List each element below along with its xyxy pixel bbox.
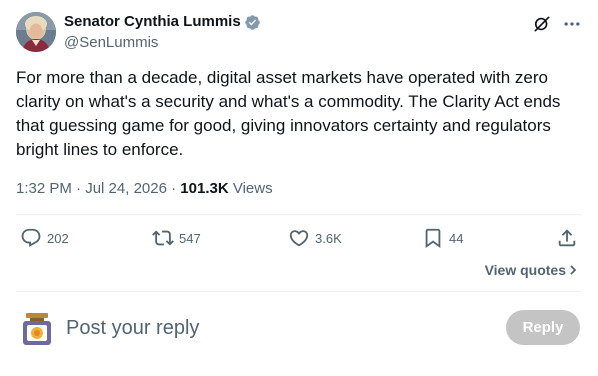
- view-quotes-link[interactable]: View quotes: [485, 262, 578, 278]
- reply-button[interactable]: 202: [20, 227, 69, 249]
- verified-badge-icon[interactable]: [244, 14, 261, 31]
- reply-input[interactable]: Post your reply: [66, 315, 199, 341]
- view-quotes-label: View quotes: [484, 262, 566, 278]
- tweet-header: Senator Cynthia Lummis @SenLummis: [16, 12, 582, 54]
- divider: [16, 214, 582, 215]
- composer-avatar[interactable]: [20, 311, 54, 347]
- reply-icon: [20, 227, 42, 249]
- bookmark-count: 44: [449, 230, 464, 246]
- reply-submit-button[interactable]: Reply: [506, 310, 580, 345]
- tweet-meta: 1:32 PM · Jul 24, 2026 · 101.3K Views: [16, 179, 273, 199]
- author-handle[interactable]: @SenLummis: [64, 33, 261, 53]
- author-display-name-text[interactable]: Senator Cynthia Lummis: [64, 13, 241, 31]
- avatar-image: [16, 12, 56, 52]
- header-actions: [532, 14, 582, 34]
- repost-count: 547: [179, 230, 201, 246]
- meta-separator: ·: [171, 180, 181, 197]
- chevron-right-icon: [568, 264, 578, 276]
- action-bar: 202 547 3.6K 44: [16, 227, 582, 253]
- heart-icon: [288, 227, 310, 249]
- like-count: 3.6K: [315, 230, 342, 246]
- views-count: 101.3K: [180, 180, 229, 197]
- more-icon[interactable]: [562, 14, 582, 34]
- share-button[interactable]: [556, 227, 583, 249]
- tweet-time[interactable]: 1:32 PM: [16, 180, 72, 197]
- divider: [16, 291, 582, 292]
- like-button[interactable]: 3.6K: [288, 227, 342, 249]
- repost-button[interactable]: 547: [152, 227, 201, 249]
- meta-separator: ·: [76, 180, 86, 197]
- views-label: Views: [232, 180, 273, 197]
- repost-icon: [152, 227, 174, 249]
- tweet-text: For more than a decade, digital asset ma…: [16, 68, 561, 159]
- author-avatar[interactable]: [16, 12, 56, 52]
- bookmark-button[interactable]: 44: [422, 227, 463, 249]
- reply-count: 202: [47, 230, 69, 246]
- bookmark-icon: [422, 227, 444, 249]
- tweet-date[interactable]: Jul 24, 2026: [85, 180, 167, 197]
- author-display-name[interactable]: Senator Cynthia Lummis: [64, 13, 261, 31]
- author-names: Senator Cynthia Lummis @SenLummis: [64, 13, 261, 53]
- grok-icon[interactable]: [532, 14, 552, 34]
- share-icon: [556, 227, 578, 249]
